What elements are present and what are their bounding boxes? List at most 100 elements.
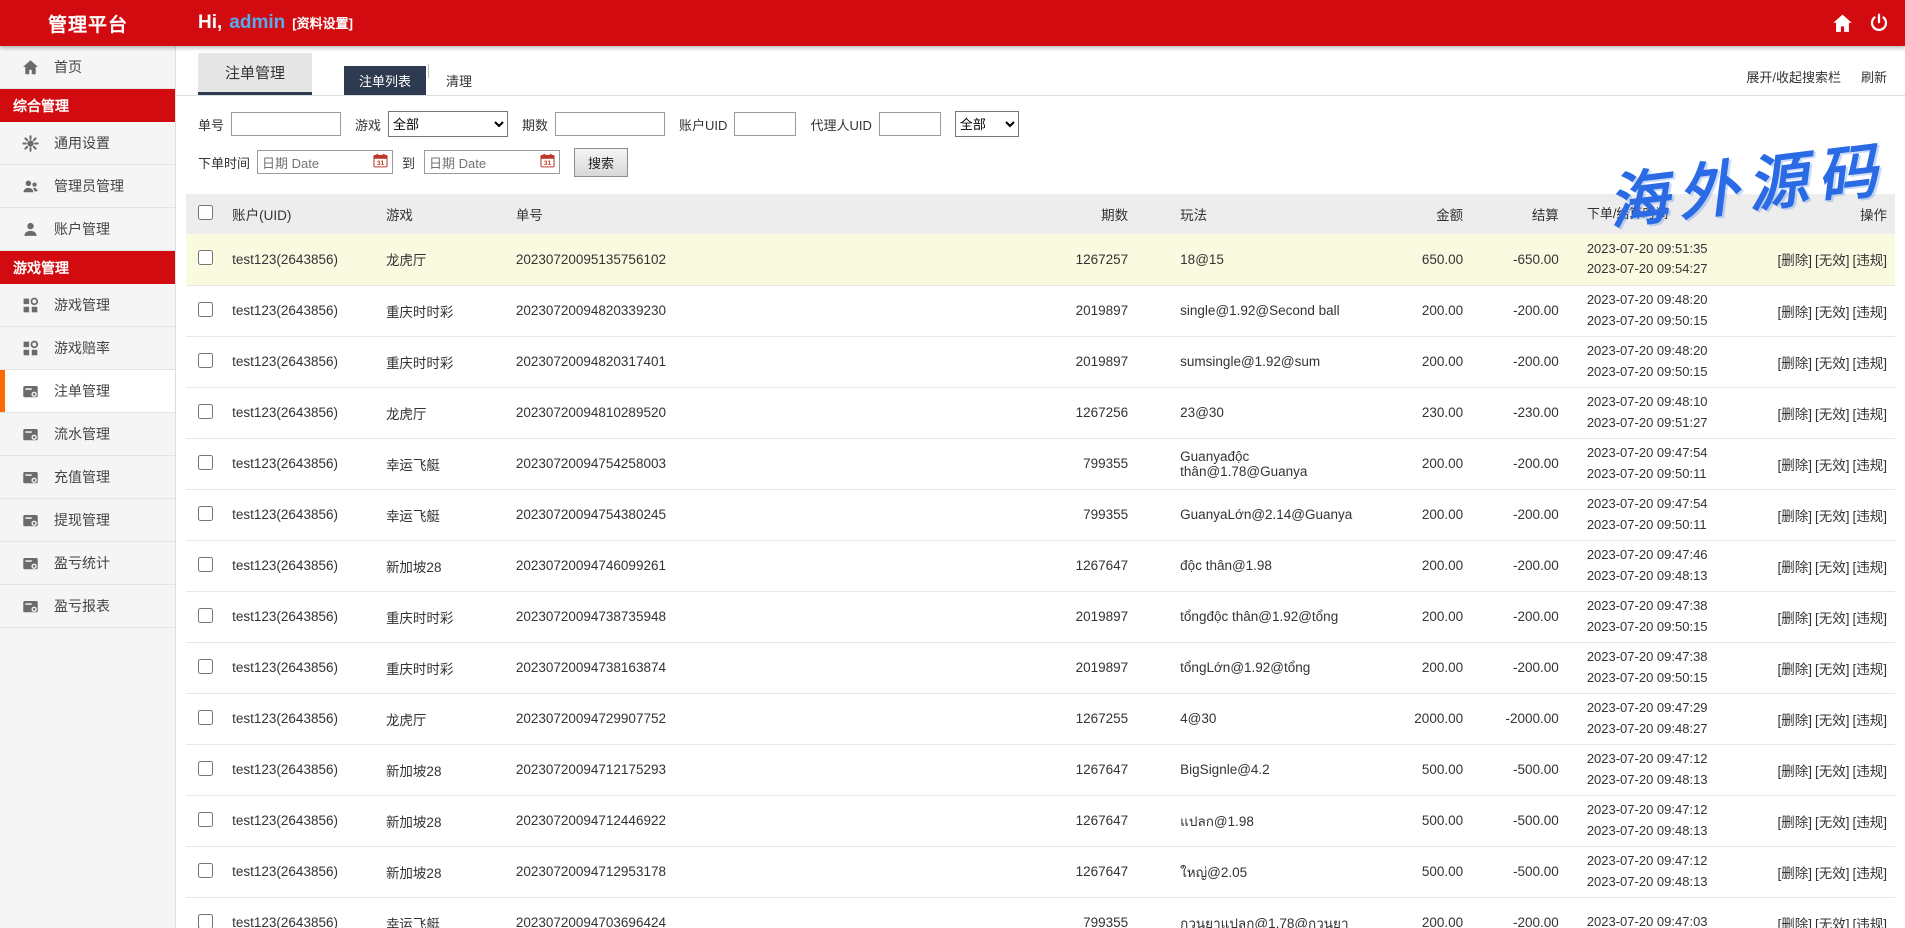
invalid-action-link[interactable]: [无效]: [1815, 560, 1850, 575]
delete-action-link[interactable]: [删除]: [1777, 458, 1812, 473]
delete-action-link[interactable]: [删除]: [1777, 560, 1812, 575]
delete-action-link[interactable]: [删除]: [1777, 917, 1812, 928]
period-input[interactable]: [555, 112, 665, 136]
violation-action-link[interactable]: [违规]: [1852, 458, 1887, 473]
sidebar-item-游戏管理[interactable]: 游戏管理: [0, 284, 175, 327]
violation-action-link[interactable]: [违规]: [1852, 611, 1887, 626]
sidebar-item-提现管理[interactable]: 提现管理: [0, 499, 175, 542]
violation-action-link[interactable]: [违规]: [1852, 509, 1887, 524]
sidebar-item-账户管理[interactable]: 账户管理: [0, 208, 175, 251]
header-play: 玩法: [1136, 194, 1358, 234]
home-icon[interactable]: [1832, 13, 1853, 34]
search-button[interactable]: 搜索: [574, 148, 628, 177]
select-all-checkbox[interactable]: [198, 205, 213, 220]
delete-action-link[interactable]: [删除]: [1777, 764, 1812, 779]
game-select[interactable]: 全部: [388, 111, 508, 137]
violation-action-link[interactable]: [违规]: [1852, 253, 1887, 268]
delete-action-link[interactable]: [删除]: [1777, 253, 1812, 268]
delete-action-link[interactable]: [删除]: [1777, 866, 1812, 881]
invalid-action-link[interactable]: [无效]: [1815, 458, 1850, 473]
delete-action-link[interactable]: [删除]: [1777, 713, 1812, 728]
delete-action-link[interactable]: [删除]: [1777, 662, 1812, 677]
profile-settings-link[interactable]: [资料设置]: [292, 13, 353, 32]
refresh-link[interactable]: 刷新: [1861, 67, 1887, 86]
violation-action-link[interactable]: [违规]: [1852, 305, 1887, 320]
invalid-action-link[interactable]: [无效]: [1815, 611, 1850, 626]
invalid-action-link[interactable]: [无效]: [1815, 917, 1850, 928]
admins-icon: [22, 178, 39, 195]
date-to-input[interactable]: 日期 Date 31: [424, 150, 560, 174]
violation-action-link[interactable]: [违规]: [1852, 662, 1887, 677]
orders-table: 账户(UID) 游戏 单号 期数 玩法 金额 结算 下单/结算时间 操作 tes…: [186, 194, 1895, 928]
toggle-search-bar-link[interactable]: 展开/收起搜索栏: [1746, 67, 1841, 86]
account-uid-input[interactable]: [734, 112, 796, 136]
tab-cleanup[interactable]: 清理: [431, 66, 487, 95]
delete-action-link[interactable]: [删除]: [1777, 305, 1812, 320]
invalid-action-link[interactable]: [无效]: [1815, 509, 1850, 524]
violation-action-link[interactable]: [违规]: [1852, 407, 1887, 422]
cell-settle: -200.00: [1471, 489, 1567, 540]
agent-uid-input[interactable]: [879, 112, 941, 136]
invalid-action-link[interactable]: [无效]: [1815, 305, 1850, 320]
violation-action-link[interactable]: [违规]: [1852, 815, 1887, 830]
row-checkbox[interactable]: [198, 455, 213, 470]
tab-order-management[interactable]: 注单管理: [198, 53, 312, 95]
delete-action-link[interactable]: [删除]: [1777, 407, 1812, 422]
delete-action-link[interactable]: [删除]: [1777, 815, 1812, 830]
logout-power-icon[interactable]: [1869, 13, 1889, 33]
cell-time: 2023-07-20 09:47:382023-07-20 09:50:15: [1567, 642, 1755, 693]
sidebar-item-充值管理[interactable]: 充值管理: [0, 456, 175, 499]
delete-action-link[interactable]: [删除]: [1777, 611, 1812, 626]
order-time-label: 下单时间: [198, 153, 250, 172]
row-checkbox[interactable]: [198, 914, 213, 928]
sidebar-item-游戏赔率[interactable]: 游戏赔率: [0, 327, 175, 370]
row-checkbox[interactable]: [198, 302, 213, 317]
cell-order-no: 20230720094738163874: [516, 642, 1037, 693]
calendar-icon[interactable]: 31: [373, 153, 388, 171]
row-checkbox[interactable]: [198, 659, 213, 674]
order-no-input[interactable]: [231, 112, 341, 136]
sidebar-item-首页[interactable]: 首页: [0, 46, 175, 89]
sidebar-item-盈亏报表[interactable]: 盈亏报表: [0, 585, 175, 628]
sidebar-item-通用设置[interactable]: 通用设置: [0, 122, 175, 165]
sidebar-item-管理员管理[interactable]: 管理员管理: [0, 165, 175, 208]
delete-action-link[interactable]: [删除]: [1777, 509, 1812, 524]
invalid-action-link[interactable]: [无效]: [1815, 407, 1850, 422]
row-checkbox[interactable]: [198, 557, 213, 572]
violation-action-link[interactable]: [违规]: [1852, 866, 1887, 881]
invalid-action-link[interactable]: [无效]: [1815, 713, 1850, 728]
invalid-action-link[interactable]: [无效]: [1815, 662, 1850, 677]
status-select[interactable]: 全部: [955, 111, 1019, 137]
row-checkbox[interactable]: [198, 761, 213, 776]
invalid-action-link[interactable]: [无效]: [1815, 866, 1850, 881]
invalid-action-link[interactable]: [无效]: [1815, 356, 1850, 371]
sidebar-item-label: 提现管理: [54, 510, 110, 530]
invalid-action-link[interactable]: [无效]: [1815, 253, 1850, 268]
row-checkbox[interactable]: [198, 863, 213, 878]
violation-action-link[interactable]: [违规]: [1852, 560, 1887, 575]
row-checkbox[interactable]: [198, 608, 213, 623]
sidebar-item-流水管理[interactable]: 流水管理: [0, 413, 175, 456]
invalid-action-link[interactable]: [无效]: [1815, 764, 1850, 779]
sidebar-item-注单管理[interactable]: 注单管理: [0, 370, 175, 413]
violation-action-link[interactable]: [违规]: [1852, 917, 1887, 928]
settle-time: 2023-07-20 09:48:13: [1587, 566, 1747, 586]
violation-action-link[interactable]: [违规]: [1852, 764, 1887, 779]
row-checkbox[interactable]: [198, 710, 213, 725]
row-checkbox[interactable]: [198, 506, 213, 521]
tab-order-list[interactable]: 注单列表: [344, 66, 426, 95]
calendar-icon[interactable]: 31: [540, 153, 555, 171]
delete-action-link[interactable]: [删除]: [1777, 356, 1812, 371]
table-row: test123(2643856)新加坡282023072009471217529…: [186, 744, 1895, 795]
row-checkbox[interactable]: [198, 250, 213, 265]
date-from-input[interactable]: 日期 Date 31: [257, 150, 393, 174]
cell-period: 1267256: [1037, 387, 1136, 438]
cell-settle: -500.00: [1471, 846, 1567, 897]
sidebar-item-盈亏统计[interactable]: 盈亏统计: [0, 542, 175, 585]
row-checkbox[interactable]: [198, 353, 213, 368]
row-checkbox[interactable]: [198, 404, 213, 419]
violation-action-link[interactable]: [违规]: [1852, 356, 1887, 371]
row-checkbox[interactable]: [198, 812, 213, 827]
violation-action-link[interactable]: [违规]: [1852, 713, 1887, 728]
invalid-action-link[interactable]: [无效]: [1815, 815, 1850, 830]
